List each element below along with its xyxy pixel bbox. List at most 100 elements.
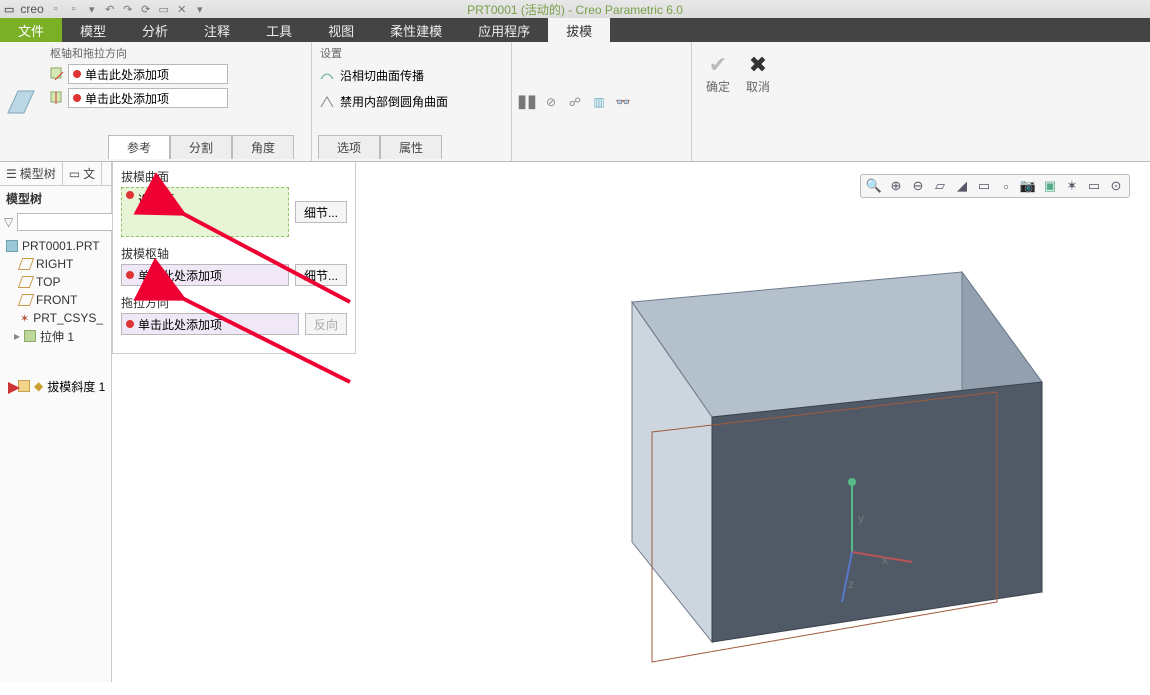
regen-icon[interactable]: ⟳ [138, 2, 154, 16]
csys-toggle-icon[interactable]: ✶ [1063, 177, 1081, 195]
csys-icon: ✶ [20, 312, 29, 325]
save-icon[interactable]: ▾ [84, 2, 100, 16]
required-dot-icon [73, 94, 81, 102]
display-style-icon[interactable]: ◢ [953, 177, 971, 195]
opt-disable-round[interactable]: 禁用内部倒圆角曲面 [318, 90, 505, 112]
tree-datum-top[interactable]: TOP [2, 273, 109, 291]
ribbon: 枢轴和拖拉方向 单击此处添加项 单击此处添加项 参考 分割 角度 设置 沿相切曲… [0, 42, 1150, 162]
axis-x-label: x [882, 553, 888, 567]
app-logo-text: creo [20, 2, 43, 16]
filter-icon[interactable]: ▽ [4, 215, 13, 229]
datum-plane-icon [18, 276, 34, 288]
no-preview-icon[interactable]: ⊘ [542, 93, 560, 111]
close-icon[interactable]: ✕ [174, 2, 190, 16]
required-dot-icon [126, 191, 134, 199]
tree-datum-right[interactable]: RIGHT [2, 255, 109, 273]
axis-y-label: y [858, 511, 864, 525]
menu-view[interactable]: 视图 [310, 18, 372, 42]
open-icon[interactable]: ▫ [66, 2, 82, 16]
saved-view-icon[interactable]: ▭ [975, 177, 993, 195]
windows-icon[interactable]: ▭ [156, 2, 172, 16]
menu-model[interactable]: 模型 [62, 18, 124, 42]
hinge-collector-1-text: 单击此处添加项 [85, 66, 169, 83]
navigator: ☰模型树 ▭文 模型树 ▽ PRT0001.PRT RIGHT TOP FRON… [0, 162, 112, 682]
quick-access-toolbar: ▫ ▫ ▾ ↶ ↷ ⟳ ▭ ✕ ▾ [48, 2, 208, 16]
undo-icon[interactable]: ↶ [102, 2, 118, 16]
insert-marker-icon [8, 382, 20, 394]
annotation-icon[interactable]: ▭ [1085, 177, 1103, 195]
x-icon: ✖ [749, 52, 767, 78]
window-title: PRT0001 (活动的) - Creo Parametric 6.0 [467, 1, 683, 18]
tab-model-tree[interactable]: ☰模型树 [0, 162, 63, 185]
capture-icon[interactable]: 📷 [1019, 177, 1037, 195]
box-icon[interactable]: ▣ [1041, 177, 1059, 195]
workspace: ☰模型树 ▭文 模型树 ▽ PRT0001.PRT RIGHT TOP FRON… [0, 162, 1150, 682]
menu-draft[interactable]: 拔模 [548, 18, 610, 42]
cancel-button[interactable]: ✖取消 [738, 52, 778, 151]
disable-round-icon [318, 92, 336, 110]
dashboard-tabs-2: 选项 属性 [318, 135, 505, 159]
draft-surface-label: 拔模曲面 [121, 168, 347, 185]
redraw-icon[interactable]: ▱ [931, 177, 949, 195]
hinge-collector-1[interactable]: 单击此处添加项 [48, 64, 305, 84]
feature-type-icon [0, 42, 42, 161]
perspective-icon[interactable]: ▫ [997, 177, 1015, 195]
propagate-icon [318, 66, 336, 84]
zoom-in-icon[interactable]: ⊕ [887, 177, 905, 195]
pull-dir-icon [48, 89, 66, 107]
refit-icon[interactable]: 🔍 [865, 177, 883, 195]
menu-apps[interactable]: 应用程序 [460, 18, 548, 42]
hinge-axis-icon [48, 65, 66, 83]
datum-plane-icon [18, 294, 34, 306]
tree-header: 模型树 [0, 186, 111, 211]
required-dot-icon [73, 70, 81, 78]
new-icon[interactable]: ▫ [48, 2, 64, 16]
preview-controls: ▮▮ ⊘ ☍ ▥ 👓 [518, 93, 685, 111]
tab-props[interactable]: 属性 [380, 135, 442, 159]
app-logo-icon: ▭ [4, 3, 14, 16]
attach-icon[interactable]: ▥ [590, 93, 608, 111]
view-toolbar: 🔍 ⊕ ⊖ ▱ ◢ ▭ ▫ 📷 ▣ ✶ ▭ ⊙ [860, 174, 1130, 198]
expand-icon[interactable]: ▸ [14, 329, 20, 343]
annotation-arrow-2 [170, 272, 360, 395]
check-icon: ✔ [709, 52, 727, 78]
qat-dropdown-icon[interactable]: ▾ [192, 2, 208, 16]
title-bar: ▭ creo ▫ ▫ ▾ ↶ ↷ ⟳ ▭ ✕ ▾ PRT0001 (活动的) -… [0, 0, 1150, 18]
part-icon [6, 240, 18, 252]
extrude-icon [24, 330, 36, 342]
dashboard-tabs: 参考 分割 角度 [108, 135, 305, 159]
tab-refs[interactable]: 参考 [108, 135, 170, 159]
menu-file[interactable]: 文件 [0, 18, 62, 42]
redo-icon[interactable]: ↷ [120, 2, 136, 16]
model-3d-view: y x z [542, 262, 1062, 692]
menu-analysis[interactable]: 分析 [124, 18, 186, 42]
hinge-collector-2[interactable]: 单击此处添加项 [48, 88, 305, 108]
opt-propagate[interactable]: 沿相切曲面传播 [318, 64, 505, 86]
tab-options[interactable]: 选项 [318, 135, 380, 159]
tab-angle[interactable]: 角度 [232, 135, 294, 159]
glasses-icon[interactable]: 👓 [614, 93, 632, 111]
navigator-tabs: ☰模型树 ▭文 [0, 162, 111, 186]
verify-icon[interactable]: ☍ [566, 93, 584, 111]
tree-datum-front[interactable]: FRONT [2, 291, 109, 309]
tree-extrude[interactable]: ▸拉伸 1 [2, 327, 109, 345]
datum-plane-icon [18, 258, 34, 270]
tree-icon: ☰ [6, 167, 17, 181]
tree-csys[interactable]: ✶PRT_CSYS_ [2, 309, 109, 327]
group-hinge-label: 枢轴和拖拉方向 [48, 44, 305, 62]
required-dot-icon [126, 271, 134, 279]
menu-flex[interactable]: 柔性建模 [372, 18, 460, 42]
spin-center-icon[interactable]: ⊙ [1107, 177, 1125, 195]
group-settings-label: 设置 [318, 44, 505, 62]
hinge-collector-2-text: 单击此处添加项 [85, 90, 169, 107]
menu-tools[interactable]: 工具 [248, 18, 310, 42]
tab-split[interactable]: 分割 [170, 135, 232, 159]
model-tree: PRT0001.PRT RIGHT TOP FRONT ✶PRT_CSYS_ ▸… [0, 233, 111, 349]
ok-button[interactable]: ✔确定 [698, 52, 738, 151]
tab-folder[interactable]: ▭文 [63, 162, 102, 185]
pause-icon[interactable]: ▮▮ [518, 93, 536, 111]
axis-z-label: z [848, 577, 854, 591]
zoom-out-icon[interactable]: ⊖ [909, 177, 927, 195]
menu-annotate[interactable]: 注释 [186, 18, 248, 42]
tree-part[interactable]: PRT0001.PRT [2, 237, 109, 255]
